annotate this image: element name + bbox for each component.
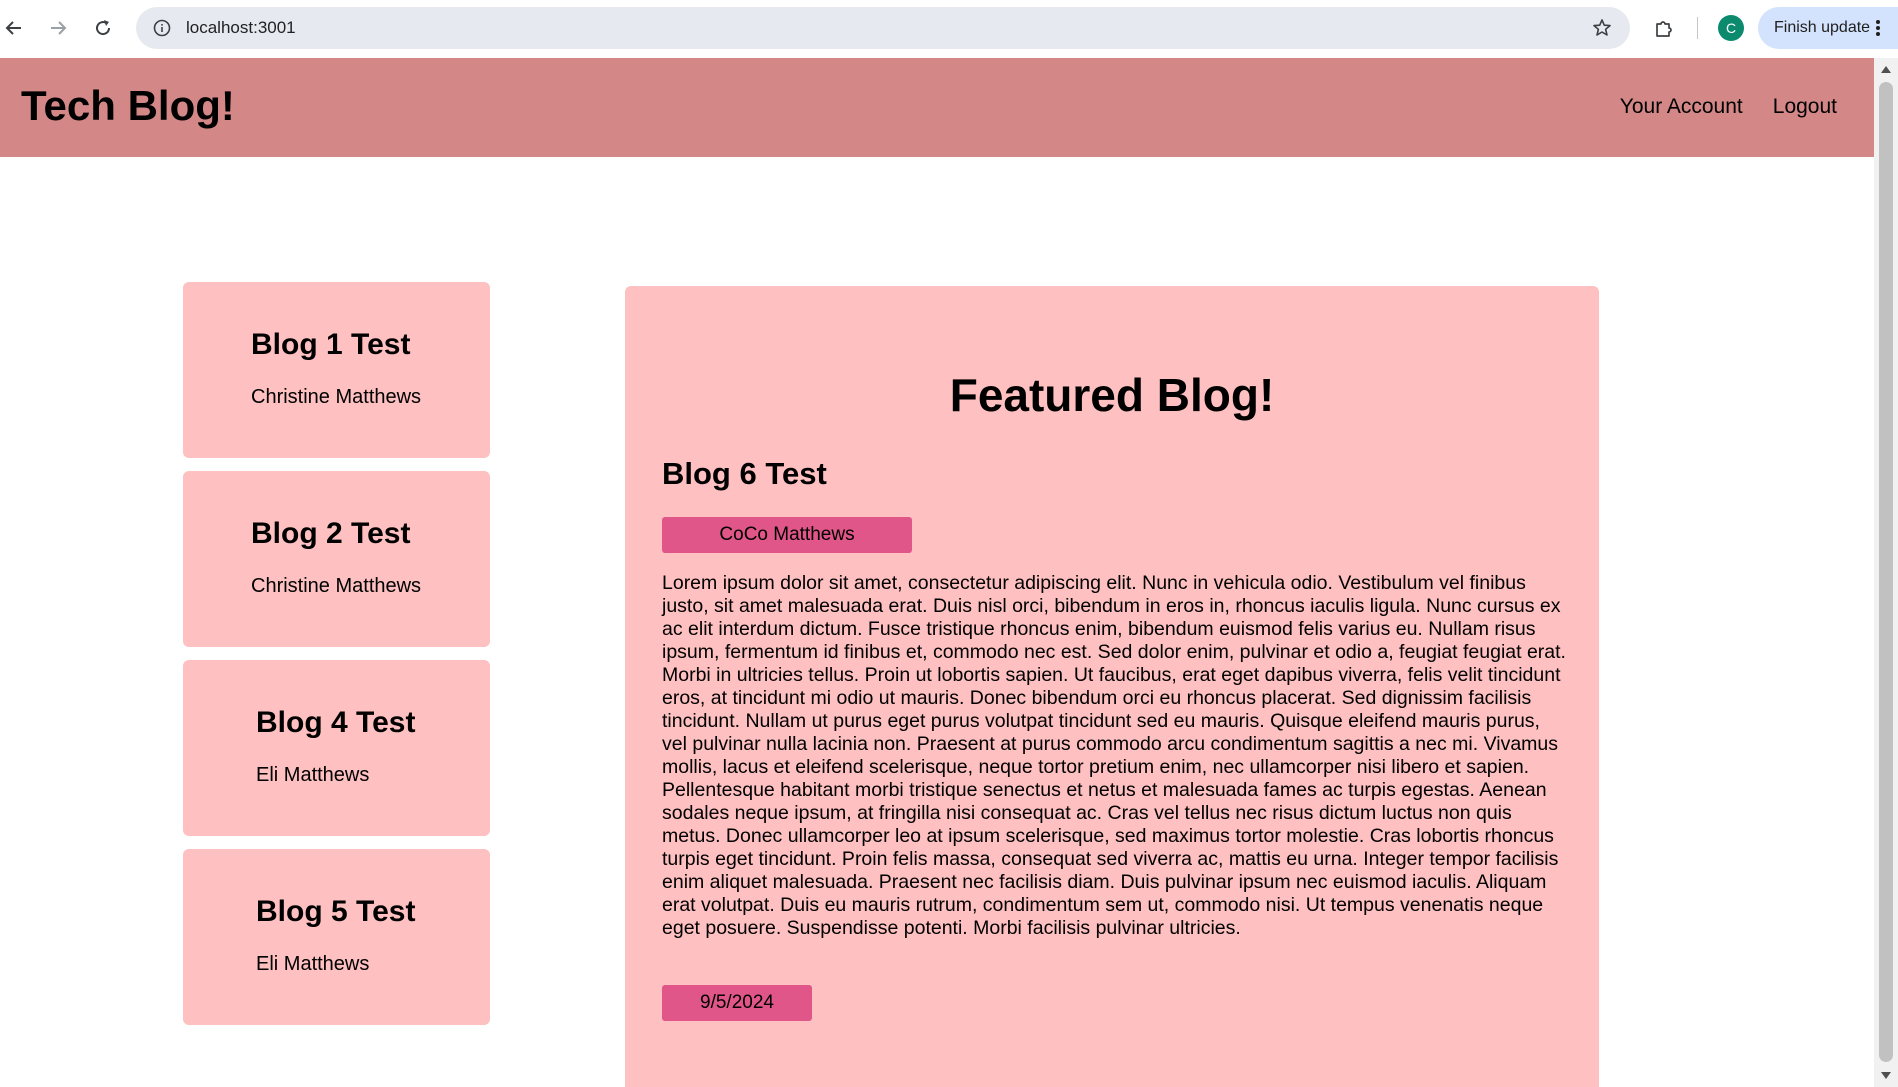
featured-heading: Featured Blog! [949, 369, 1275, 421]
address-bar[interactable]: localhost:3001 [136, 7, 1630, 49]
blog-card[interactable]: Blog 4 Test Eli Matthews [183, 660, 490, 836]
nav-your-account-link[interactable]: Your Account [1620, 95, 1743, 119]
finish-update-button[interactable]: Finish update [1758, 7, 1898, 49]
blog-card[interactable]: Blog 1 Test Christine Matthews [183, 282, 490, 458]
site-info-icon[interactable] [148, 14, 176, 42]
header-nav: Your Account Logout [1620, 95, 1837, 119]
blog-card-author: Christine Matthews [251, 575, 422, 597]
url-text[interactable]: localhost:3001 [186, 18, 296, 38]
browser-toolbar: localhost:3001 C Finish update [0, 0, 1898, 58]
blog-card-title: Blog 1 Test [251, 328, 411, 361]
blog-card-author: Eli Matthews [256, 953, 370, 975]
featured-post-title: Blog 6 Test [662, 456, 827, 491]
blog-card-author: Christine Matthews [251, 386, 422, 408]
more-menu-icon[interactable] [1876, 20, 1880, 36]
page-viewport: Tech Blog! Your Account Logout Blog 1 Te… [0, 58, 1874, 1087]
finish-update-label: Finish update [1774, 19, 1871, 36]
nav-logout-link[interactable]: Logout [1773, 95, 1837, 119]
featured-blog-panel: Featured Blog! Blog 6 Test CoCo Matthews… [625, 286, 1599, 1087]
blog-card-author: Eli Matthews [256, 764, 370, 786]
blog-card-title: Blog 5 Test [256, 895, 416, 928]
blog-card[interactable]: Blog 5 Test Eli Matthews [183, 849, 490, 1025]
blog-card-title: Blog 2 Test [251, 517, 411, 550]
site-header: Tech Blog! Your Account Logout [0, 58, 1874, 157]
site-title[interactable]: Tech Blog! [21, 82, 235, 130]
toolbar-divider [1697, 17, 1698, 39]
scrollbar-thumb[interactable] [1879, 82, 1893, 1062]
extensions-puzzle-icon[interactable] [1650, 14, 1678, 42]
blog-card[interactable]: Blog 2 Test Christine Matthews [183, 471, 490, 647]
scroll-up-arrow-icon[interactable] [1881, 66, 1891, 73]
back-arrow-icon[interactable] [0, 14, 28, 42]
forward-arrow-icon[interactable] [44, 14, 72, 42]
featured-author-badge[interactable]: CoCo Matthews [662, 517, 912, 553]
blog-list: Blog 1 Test Christine Matthews Blog 2 Te… [183, 282, 490, 1038]
reload-icon[interactable] [89, 14, 117, 42]
scroll-down-arrow-icon[interactable] [1881, 1072, 1891, 1079]
profile-avatar[interactable]: C [1718, 15, 1744, 41]
featured-date-badge: 9/5/2024 [662, 985, 812, 1021]
bookmark-star-icon[interactable] [1588, 14, 1616, 42]
page-scrollbar[interactable] [1874, 58, 1898, 1087]
featured-post-body: Lorem ipsum dolor sit amet, consectetur … [662, 572, 1566, 939]
blog-card-title: Blog 4 Test [256, 706, 416, 739]
